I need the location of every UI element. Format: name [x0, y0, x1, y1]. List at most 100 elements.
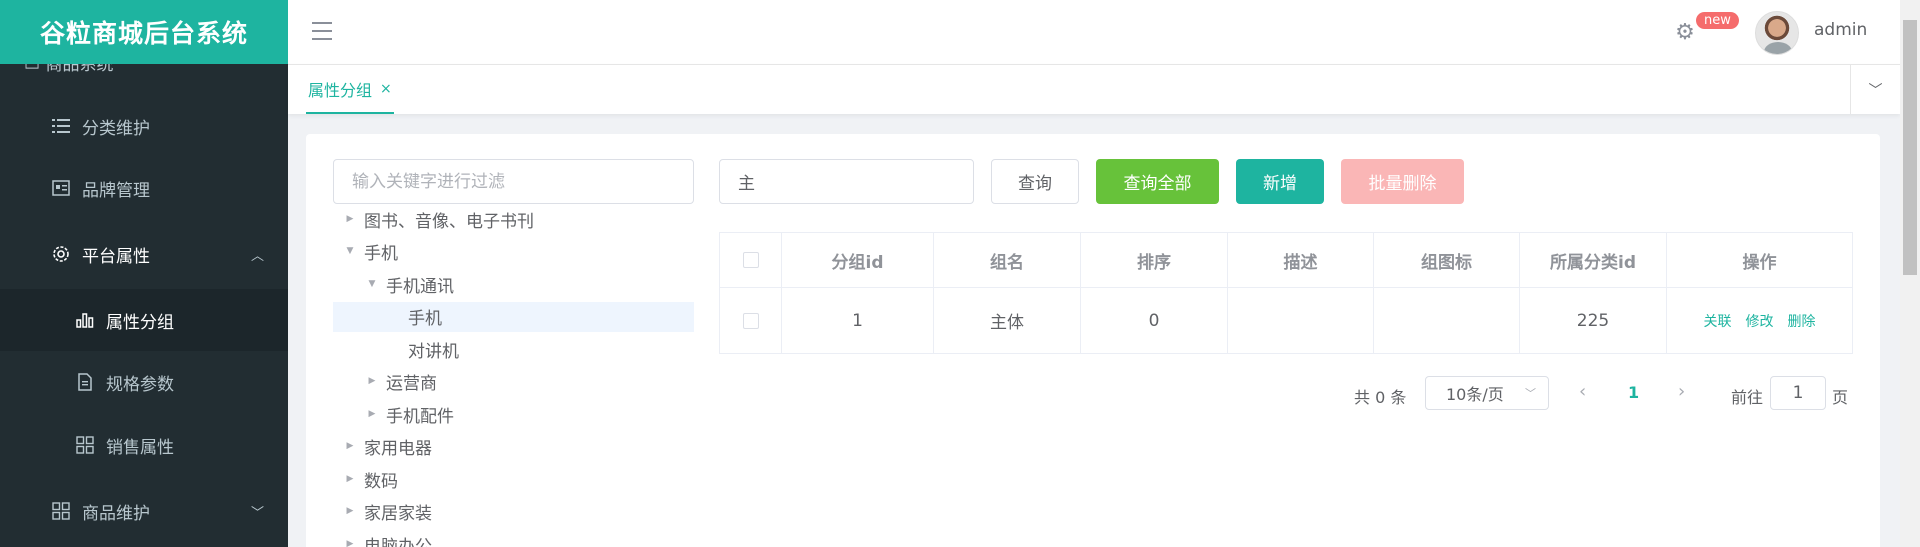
close-icon[interactable]: ×: [380, 81, 392, 97]
new-badge: new: [1696, 12, 1739, 29]
tree-node[interactable]: ▶ 家用电器: [342, 433, 432, 459]
sidebar-item-category[interactable]: 分类维护: [0, 95, 288, 157]
column-header: 操作: [1742, 252, 1777, 273]
caret-right-icon[interactable]: ▶: [342, 539, 358, 547]
tab-label: 属性分组: [308, 80, 373, 100]
prev-page-icon[interactable]: ‹: [1579, 381, 1586, 402]
column-header[interactable]: 排序: [1081, 233, 1228, 287]
tree-node[interactable]: ▼ 手机: [342, 238, 398, 264]
row-select-cell: [720, 288, 782, 353]
chevron-up-icon: ︿: [250, 248, 264, 264]
tree-node-selected[interactable]: 手机: [386, 303, 442, 329]
caret-right-icon[interactable]: ▶: [342, 474, 358, 484]
caret-right-icon[interactable]: ▶: [364, 376, 380, 386]
grid-icon: [74, 434, 96, 456]
tree-node[interactable]: ▶ 数码: [342, 466, 398, 492]
select-all-checkbox[interactable]: [742, 252, 759, 268]
tabs-bar: 属性分组 × ﹀: [288, 64, 1900, 114]
page-suffix-label: 页: [1832, 388, 1849, 407]
caret-right-icon[interactable]: ▶: [342, 506, 358, 516]
column-header[interactable]: 分组id: [782, 233, 934, 287]
sidebar-item-attr-group[interactable]: 属性分组: [0, 289, 288, 351]
table-cell: 0: [1081, 288, 1228, 353]
sidebar-item-label: 属性分组: [106, 312, 174, 333]
caret-down-icon[interactable]: ▼: [364, 279, 380, 289]
column-header[interactable]: 所属分类id: [1520, 233, 1667, 287]
table-cell: [1374, 288, 1520, 353]
delete-link[interactable]: 删除: [1788, 311, 1816, 331]
tabs-dropdown-chevron-icon[interactable]: ﹀: [1850, 65, 1900, 114]
query-button[interactable]: 查询: [991, 159, 1079, 204]
grid-icon: [50, 500, 72, 522]
tree-node[interactable]: ▶ 电脑办公: [342, 531, 432, 547]
tree-node-label: 家居家装: [364, 503, 432, 524]
caret-right-icon[interactable]: ▶: [364, 409, 380, 419]
tree-node-label: 手机: [408, 308, 442, 329]
goto-label: 前往: [1731, 388, 1764, 407]
sidebar-item-label: 规格参数: [106, 374, 174, 395]
column-header[interactable]: 组图标: [1374, 233, 1520, 287]
query-input[interactable]: [719, 159, 974, 204]
app-logo-title[interactable]: 谷粒商城后台系统: [0, 0, 288, 64]
column-header[interactable]: 组名: [934, 233, 1081, 287]
attr-group-table: 分组id 组名 排序 描述 组图标 所属分类id 操作 1 主体 0 225 关…: [719, 232, 1853, 354]
page-size-select[interactable]: 10条/页 ﹀: [1425, 376, 1549, 410]
tab-attr-group[interactable]: 属性分组 ×: [306, 65, 394, 114]
table-cell: 主体: [934, 288, 1081, 353]
tree-node-label: 手机配件: [386, 406, 454, 427]
menu-toggle-icon[interactable]: [312, 22, 332, 40]
tree-node[interactable]: 对讲机: [386, 336, 459, 362]
list-icon: [50, 115, 72, 137]
table-header-row: 分组id 组名 排序 描述 组图标 所属分类id 操作: [720, 233, 1852, 288]
chevron-down-icon: ﹀: [1525, 387, 1536, 400]
batch-delete-button[interactable]: 批量删除: [1341, 159, 1464, 204]
tree-node-label: 对讲机: [408, 341, 459, 362]
sidebar-item-product-maintain[interactable]: 商品维护 ﹀: [0, 480, 288, 542]
next-page-icon[interactable]: ›: [1678, 381, 1685, 402]
add-button[interactable]: 新增: [1236, 159, 1324, 204]
sidebar-item-label: 销售属性: [106, 437, 174, 458]
chevron-down-icon: ﹀: [250, 505, 264, 521]
tree-node[interactable]: ▶ 家居家装: [342, 498, 432, 524]
sidebar-item-spec-params[interactable]: 规格参数: [0, 351, 288, 413]
column-header[interactable]: 描述: [1228, 233, 1374, 287]
sidebar: ▭ 商品系统 分类维护 品牌管理 平台属性 ︿ 属性分组 规格参数 销售属性 商…: [0, 0, 288, 547]
row-actions-cell: 关联 修改 删除: [1667, 288, 1852, 353]
row-checkbox[interactable]: [742, 312, 759, 329]
tree-filter-input[interactable]: [333, 159, 694, 204]
query-all-button[interactable]: 查询全部: [1096, 159, 1219, 204]
tree-node-label: 图书、音像、电子书刊: [364, 211, 534, 232]
sidebar-item-label: 分类维护: [82, 118, 150, 139]
page-number[interactable]: 1: [1628, 383, 1639, 402]
select-all-cell: [720, 233, 782, 287]
tree-node[interactable]: ▶ 手机配件: [364, 401, 454, 427]
tree-node-label: 电脑办公: [364, 536, 432, 547]
tree-node-label: 手机: [364, 243, 398, 264]
relate-link[interactable]: 关联: [1704, 311, 1732, 331]
avatar[interactable]: [1755, 11, 1799, 55]
sidebar-item-sale-attr[interactable]: 销售属性: [0, 414, 288, 476]
settings-gear-icon[interactable]: ⚙: [1672, 20, 1698, 46]
caret-right-icon[interactable]: ▶: [342, 214, 358, 224]
caret-down-icon[interactable]: ▼: [342, 246, 358, 256]
edit-link[interactable]: 修改: [1746, 311, 1774, 331]
top-header: ⚙ new admin: [288, 0, 1900, 64]
gear-icon: [50, 243, 72, 265]
sidebar-item-platform-attr[interactable]: 平台属性 ︿: [0, 223, 288, 285]
sidebar-item-brand[interactable]: 品牌管理: [0, 157, 288, 219]
username-label[interactable]: admin: [1814, 20, 1867, 40]
sidebar-item-label: 商品维护: [82, 503, 150, 524]
card-icon: [50, 177, 72, 199]
bar-chart-icon: [74, 309, 96, 331]
tree-node[interactable]: ▶ 运营商: [364, 368, 437, 394]
tree-node[interactable]: ▼ 手机通讯: [364, 271, 454, 297]
tree-node-label: 数码: [364, 471, 398, 492]
sidebar-item-label: 品牌管理: [82, 180, 150, 201]
tree-node-label: 家用电器: [364, 438, 432, 459]
goto-page-input[interactable]: [1770, 376, 1826, 410]
caret-right-icon[interactable]: ▶: [342, 441, 358, 451]
page-scrollbar-thumb[interactable]: [1903, 20, 1917, 275]
table-cell: 1: [782, 288, 934, 353]
table-cell: [1228, 288, 1374, 353]
tree-node[interactable]: ▶ 图书、音像、电子书刊: [342, 206, 534, 232]
